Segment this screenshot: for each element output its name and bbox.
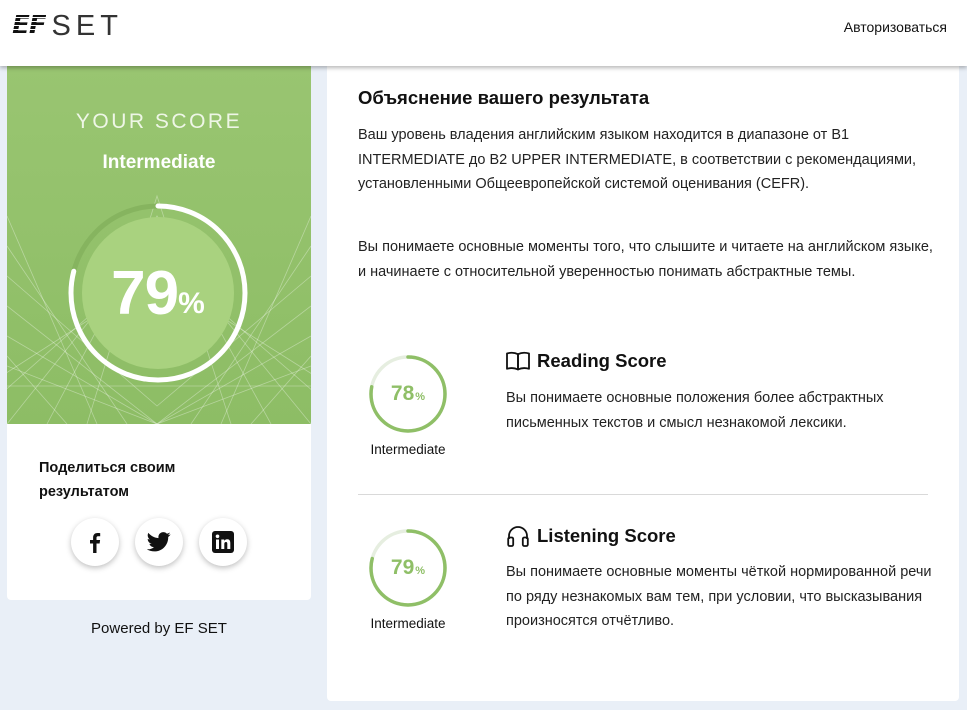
logo-ef-mark: EF [12, 11, 47, 41]
share-title: Поделиться своим результатом [39, 460, 176, 500]
reading-level: Intermediate [370, 442, 446, 457]
overall-score-value: 79 % [67, 202, 249, 384]
top-bar: EF SET Авторизоваться [0, 0, 967, 66]
reading-heading: Reading Score [506, 350, 667, 372]
powered-by: Powered by EF SET [91, 620, 227, 637]
linkedin-share-button[interactable] [199, 518, 247, 566]
twitter-icon [147, 532, 171, 552]
overall-level: Intermediate [102, 152, 216, 173]
reading-description: Вы понимаете основные положения более аб… [506, 390, 884, 431]
reading-score-value: 78 % [368, 354, 448, 434]
login-link[interactable]: Авторизоваться [844, 19, 947, 35]
your-score-heading: YOUR SCORE [75, 110, 243, 133]
explanation-title: Объяснение вашего результата [358, 87, 650, 108]
listening-title: Listening Score [537, 525, 676, 546]
overall-percent-symbol: % [178, 287, 205, 320]
listening-percent-number: 79 [390, 556, 415, 579]
reading-percent-symbol: % [415, 391, 426, 403]
book-icon [506, 351, 530, 371]
section-divider [358, 494, 928, 495]
reading-percent-number: 78 [390, 382, 415, 405]
explanation-paragraph-2: Вы понимаете основные моменты того, что … [358, 239, 933, 280]
linkedin-icon [212, 531, 234, 553]
twitter-share-button[interactable] [135, 518, 183, 566]
listening-percent-symbol: % [415, 565, 426, 577]
facebook-icon [90, 533, 101, 553]
score-card: YOUR SCORE Intermediate 79 % Поделиться … [7, 66, 311, 600]
score-hero: YOUR SCORE Intermediate 79 % [7, 66, 311, 424]
overall-percent-number: 79 [111, 258, 179, 328]
reading-title: Reading Score [537, 350, 667, 371]
explanation-panel: Объяснение вашего результата Ваш уровень… [327, 66, 959, 701]
listening-score-value: 79 % [368, 528, 448, 608]
logo-set-text: SET [51, 9, 123, 42]
listening-level: Intermediate [370, 616, 446, 631]
explanation-paragraph-1: Ваш уровень владения английским языком н… [358, 127, 917, 192]
headphones-icon [507, 526, 529, 547]
listening-heading: Listening Score [506, 524, 676, 548]
ef-set-logo[interactable]: EF SET [12, 9, 123, 42]
facebook-share-button[interactable] [71, 518, 119, 566]
listening-description: Вы понимаете основные моменты чёткой нор… [506, 564, 932, 629]
